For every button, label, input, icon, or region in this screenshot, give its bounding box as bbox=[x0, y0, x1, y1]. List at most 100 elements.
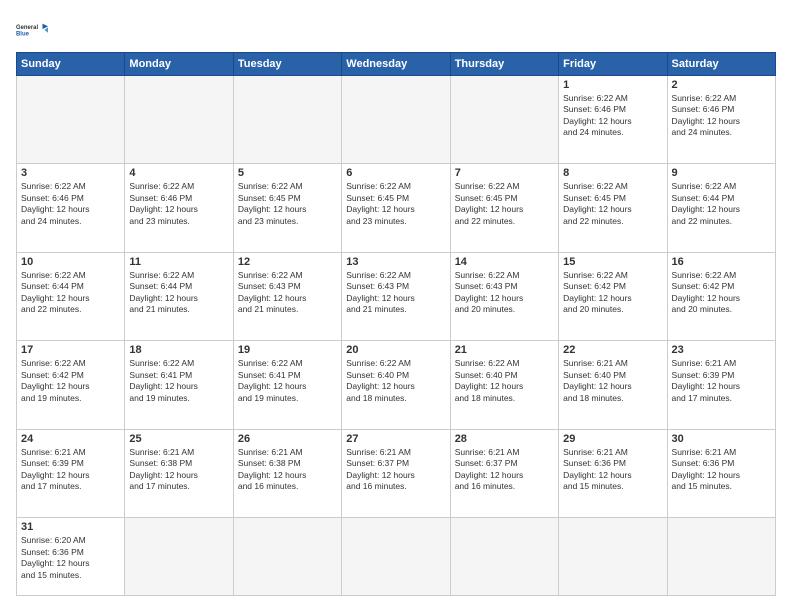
day-number: 20 bbox=[346, 344, 445, 356]
calendar-cell: 10 Sunrise: 6:22 AM Sunset: 6:44 PM Dayli… bbox=[17, 252, 125, 340]
weekday-header-sunday: Sunday bbox=[17, 53, 125, 76]
calendar-cell bbox=[450, 76, 558, 164]
calendar-cell: 23 Sunrise: 6:21 AM Sunset: 6:39 PM Dayli… bbox=[667, 341, 775, 429]
day-number: 27 bbox=[346, 433, 445, 445]
calendar-cell: 9Sunrise: 6:22 AM Sunset: 6:44 PM Daylig… bbox=[667, 164, 775, 252]
day-info: Sunrise: 6:21 AM Sunset: 6:37 PM Dayligh… bbox=[455, 447, 554, 493]
day-number: 12 bbox=[238, 256, 337, 268]
weekday-header-friday: Friday bbox=[559, 53, 667, 76]
day-info: Sunrise: 6:21 AM Sunset: 6:38 PM Dayligh… bbox=[238, 447, 337, 493]
day-info: Sunrise: 6:22 AM Sunset: 6:46 PM Dayligh… bbox=[21, 181, 120, 227]
day-info: Sunrise: 6:22 AM Sunset: 6:45 PM Dayligh… bbox=[455, 181, 554, 227]
calendar-cell: 25 Sunrise: 6:21 AM Sunset: 6:38 PM Dayli… bbox=[125, 429, 233, 517]
calendar-cell: 19Sunrise: 6:22 AM Sunset: 6:41 PM Dayli… bbox=[233, 341, 341, 429]
day-info: Sunrise: 6:22 AM Sunset: 6:44 PM Dayligh… bbox=[21, 270, 120, 316]
calendar-cell: 29Sunrise: 6:21 AM Sunset: 6:36 PM Dayli… bbox=[559, 429, 667, 517]
day-info: Sunrise: 6:22 AM Sunset: 6:43 PM Dayligh… bbox=[346, 270, 445, 316]
day-number: 19 bbox=[238, 344, 337, 356]
day-number: 3 bbox=[21, 167, 120, 179]
day-info: Sunrise: 6:22 AM Sunset: 6:42 PM Dayligh… bbox=[21, 358, 120, 404]
day-number: 17 bbox=[21, 344, 120, 356]
svg-text:Blue: Blue bbox=[16, 31, 30, 37]
day-info: Sunrise: 6:22 AM Sunset: 6:42 PM Dayligh… bbox=[563, 270, 662, 316]
day-info: Sunrise: 6:21 AM Sunset: 6:36 PM Dayligh… bbox=[563, 447, 662, 493]
day-number: 7 bbox=[455, 167, 554, 179]
day-info: Sunrise: 6:22 AM Sunset: 6:45 PM Dayligh… bbox=[238, 181, 337, 227]
day-number: 31 bbox=[21, 521, 120, 533]
calendar-table: SundayMondayTuesdayWednesdayThursdayFrid… bbox=[16, 52, 776, 596]
weekday-header-tuesday: Tuesday bbox=[233, 53, 341, 76]
calendar-cell bbox=[342, 518, 450, 596]
day-number: 15 bbox=[563, 256, 662, 268]
header: GeneralBlue bbox=[16, 16, 776, 44]
calendar-cell: 15 Sunrise: 6:22 AM Sunset: 6:42 PM Dayli… bbox=[559, 252, 667, 340]
calendar-cell: 5Sunrise: 6:22 AM Sunset: 6:45 PM Daylig… bbox=[233, 164, 341, 252]
calendar-cell: 30Sunrise: 6:21 AM Sunset: 6:36 PM Dayli… bbox=[667, 429, 775, 517]
page: GeneralBlue SundayMondayTuesdayWednesday… bbox=[0, 0, 792, 612]
calendar-cell: 2 Sunrise: 6:22 AM Sunset: 6:46 PM Daylig… bbox=[667, 76, 775, 164]
calendar-cell: 24 Sunrise: 6:21 AM Sunset: 6:39 PM Dayli… bbox=[17, 429, 125, 517]
day-info: Sunrise: 6:22 AM Sunset: 6:40 PM Dayligh… bbox=[346, 358, 445, 404]
day-number: 26 bbox=[238, 433, 337, 445]
day-number: 1 bbox=[563, 79, 662, 91]
calendar-cell bbox=[559, 518, 667, 596]
day-number: 4 bbox=[129, 167, 228, 179]
day-number: 13 bbox=[346, 256, 445, 268]
calendar-cell: 17 Sunrise: 6:22 AM Sunset: 6:42 PM Dayli… bbox=[17, 341, 125, 429]
calendar-cell bbox=[342, 76, 450, 164]
day-info: Sunrise: 6:21 AM Sunset: 6:39 PM Dayligh… bbox=[21, 447, 120, 493]
calendar-cell: 16Sunrise: 6:22 AM Sunset: 6:42 PM Dayli… bbox=[667, 252, 775, 340]
day-number: 2 bbox=[672, 79, 771, 91]
day-info: Sunrise: 6:22 AM Sunset: 6:46 PM Dayligh… bbox=[672, 93, 771, 139]
calendar-cell: 1 Sunrise: 6:22 AM Sunset: 6:46 PM Daylig… bbox=[559, 76, 667, 164]
calendar-cell: 28 Sunrise: 6:21 AM Sunset: 6:37 PM Dayli… bbox=[450, 429, 558, 517]
day-number: 30 bbox=[672, 433, 771, 445]
day-info: Sunrise: 6:21 AM Sunset: 6:39 PM Dayligh… bbox=[672, 358, 771, 404]
calendar-cell bbox=[125, 518, 233, 596]
calendar-cell bbox=[125, 76, 233, 164]
generalblue-logo-icon: GeneralBlue bbox=[16, 16, 48, 44]
svg-text:General: General bbox=[16, 25, 38, 31]
calendar-cell: 11Sunrise: 6:22 AM Sunset: 6:44 PM Dayli… bbox=[125, 252, 233, 340]
day-info: Sunrise: 6:22 AM Sunset: 6:46 PM Dayligh… bbox=[563, 93, 662, 139]
weekday-header-saturday: Saturday bbox=[667, 53, 775, 76]
day-info: Sunrise: 6:22 AM Sunset: 6:45 PM Dayligh… bbox=[346, 181, 445, 227]
day-info: Sunrise: 6:21 AM Sunset: 6:38 PM Dayligh… bbox=[129, 447, 228, 493]
day-number: 24 bbox=[21, 433, 120, 445]
day-number: 14 bbox=[455, 256, 554, 268]
day-number: 18 bbox=[129, 344, 228, 356]
day-number: 8 bbox=[563, 167, 662, 179]
calendar-cell: 13 Sunrise: 6:22 AM Sunset: 6:43 PM Dayli… bbox=[342, 252, 450, 340]
weekday-header-monday: Monday bbox=[125, 53, 233, 76]
calendar-cell: 8 Sunrise: 6:22 AM Sunset: 6:45 PM Daylig… bbox=[559, 164, 667, 252]
calendar-cell bbox=[450, 518, 558, 596]
calendar-cell: 26 Sunrise: 6:21 AM Sunset: 6:38 PM Dayli… bbox=[233, 429, 341, 517]
weekday-header-wednesday: Wednesday bbox=[342, 53, 450, 76]
day-number: 28 bbox=[455, 433, 554, 445]
day-info: Sunrise: 6:22 AM Sunset: 6:46 PM Dayligh… bbox=[129, 181, 228, 227]
calendar-cell: 12 Sunrise: 6:22 AM Sunset: 6:43 PM Dayli… bbox=[233, 252, 341, 340]
calendar-cell: 3 Sunrise: 6:22 AM Sunset: 6:46 PM Daylig… bbox=[17, 164, 125, 252]
calendar-cell: 4 Sunrise: 6:22 AM Sunset: 6:46 PM Daylig… bbox=[125, 164, 233, 252]
logo: GeneralBlue bbox=[16, 16, 48, 44]
day-info: Sunrise: 6:22 AM Sunset: 6:43 PM Dayligh… bbox=[455, 270, 554, 316]
day-number: 23 bbox=[672, 344, 771, 356]
calendar-cell bbox=[17, 76, 125, 164]
day-info: Sunrise: 6:20 AM Sunset: 6:36 PM Dayligh… bbox=[21, 535, 120, 581]
calendar-cell: 14 Sunrise: 6:22 AM Sunset: 6:43 PM Dayli… bbox=[450, 252, 558, 340]
calendar-cell: 18Sunrise: 6:22 AM Sunset: 6:41 PM Dayli… bbox=[125, 341, 233, 429]
day-info: Sunrise: 6:22 AM Sunset: 6:45 PM Dayligh… bbox=[563, 181, 662, 227]
day-number: 9 bbox=[672, 167, 771, 179]
day-number: 6 bbox=[346, 167, 445, 179]
day-info: Sunrise: 6:21 AM Sunset: 6:37 PM Dayligh… bbox=[346, 447, 445, 493]
calendar-cell: 6 Sunrise: 6:22 AM Sunset: 6:45 PM Daylig… bbox=[342, 164, 450, 252]
day-info: Sunrise: 6:22 AM Sunset: 6:42 PM Dayligh… bbox=[672, 270, 771, 316]
day-number: 25 bbox=[129, 433, 228, 445]
calendar-cell: 31 Sunrise: 6:20 AM Sunset: 6:36 PM Dayli… bbox=[17, 518, 125, 596]
calendar-cell: 27 Sunrise: 6:21 AM Sunset: 6:37 PM Dayli… bbox=[342, 429, 450, 517]
day-info: Sunrise: 6:22 AM Sunset: 6:43 PM Dayligh… bbox=[238, 270, 337, 316]
day-info: Sunrise: 6:21 AM Sunset: 6:40 PM Dayligh… bbox=[563, 358, 662, 404]
day-number: 22 bbox=[563, 344, 662, 356]
day-number: 10 bbox=[21, 256, 120, 268]
day-info: Sunrise: 6:22 AM Sunset: 6:40 PM Dayligh… bbox=[455, 358, 554, 404]
